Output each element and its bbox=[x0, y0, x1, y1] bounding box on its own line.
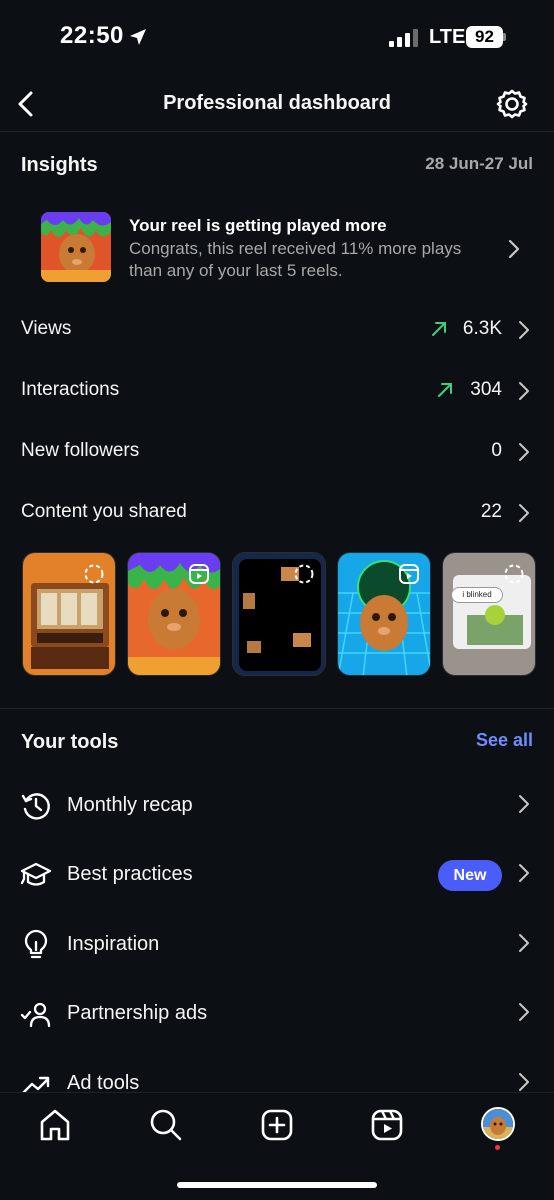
reels-icon[interactable] bbox=[369, 1107, 405, 1143]
reels-icon bbox=[189, 564, 209, 584]
see-all-link[interactable]: See all bbox=[476, 730, 533, 751]
tool-monthly-recap[interactable]: Monthly recap bbox=[0, 774, 554, 840]
notification-dot bbox=[495, 1145, 500, 1150]
date-range[interactable]: 28 Jun-27 Jul bbox=[425, 154, 533, 174]
signal-icon bbox=[389, 29, 418, 47]
highlight-title: Your reel is getting played more bbox=[129, 216, 387, 235]
page-title: Professional dashboard bbox=[163, 92, 391, 114]
location-arrow-icon bbox=[130, 29, 146, 45]
metric-row-content-shared[interactable]: Content you shared 22 bbox=[0, 483, 554, 543]
graduation-cap-icon bbox=[20, 862, 52, 886]
content-card-reel[interactable] bbox=[127, 552, 221, 676]
story-ring-icon bbox=[84, 564, 104, 584]
tool-best-practices[interactable]: Best practices New bbox=[0, 843, 554, 909]
metric-label: Interactions bbox=[21, 379, 120, 400]
metric-row-new-followers[interactable]: New followers 0 bbox=[0, 422, 554, 482]
metric-value: 304 bbox=[470, 379, 502, 400]
content-card-story[interactable]: i blinked bbox=[442, 552, 536, 676]
metric-value: 0 bbox=[491, 440, 502, 461]
insights-title: Insights bbox=[21, 154, 98, 176]
search-icon[interactable] bbox=[148, 1107, 184, 1143]
reel-thumbnail bbox=[41, 212, 111, 282]
tools-title: Your tools bbox=[21, 731, 119, 753]
tool-inspiration[interactable]: Inspiration bbox=[0, 913, 554, 979]
battery-level: 92 bbox=[466, 26, 503, 48]
history-icon bbox=[21, 793, 50, 820]
lightbulb-icon bbox=[24, 929, 48, 959]
network-type: LTE bbox=[429, 26, 466, 48]
story-ring-icon bbox=[294, 564, 314, 584]
content-card-story[interactable] bbox=[22, 552, 116, 676]
chevron-right-icon bbox=[519, 795, 529, 813]
gear-icon[interactable] bbox=[496, 88, 528, 120]
chevron-right-icon bbox=[519, 934, 529, 952]
tool-label: Monthly recap bbox=[67, 794, 193, 816]
create-icon[interactable] bbox=[259, 1107, 295, 1143]
metric-label: Views bbox=[21, 318, 72, 339]
chevron-right-icon bbox=[508, 239, 520, 259]
highlight-description: Congrats, this reel received 11% more pl… bbox=[129, 239, 462, 280]
profile-avatar[interactable] bbox=[481, 1107, 515, 1141]
tool-label: Best practices bbox=[67, 863, 193, 885]
content-card-story[interactable] bbox=[232, 552, 326, 676]
trend-up-icon bbox=[438, 383, 452, 397]
top-nav: Professional dashboard bbox=[0, 78, 554, 132]
partnership-person-icon bbox=[20, 1002, 51, 1028]
metric-row-interactions[interactable]: Interactions 304 bbox=[0, 361, 554, 421]
chevron-right-icon bbox=[519, 504, 529, 522]
chevron-right-icon bbox=[519, 1073, 529, 1091]
chevron-right-icon bbox=[519, 864, 529, 882]
tool-label: Inspiration bbox=[67, 933, 160, 955]
metric-value: 22 bbox=[480, 501, 502, 522]
metric-label: New followers bbox=[21, 440, 140, 461]
metric-row-views[interactable]: Views 6.3K bbox=[0, 300, 554, 360]
section-divider bbox=[0, 708, 554, 709]
content-card-reel[interactable] bbox=[337, 552, 431, 676]
story-caption: i blinked bbox=[451, 587, 503, 603]
metric-label: Content you shared bbox=[21, 501, 187, 522]
chevron-right-icon bbox=[519, 443, 529, 461]
tool-partnership-ads[interactable]: Partnership ads bbox=[0, 982, 554, 1048]
story-ring-icon bbox=[504, 564, 524, 584]
content-carousel[interactable]: i blinked bbox=[0, 552, 554, 678]
chevron-right-icon bbox=[519, 1003, 529, 1021]
reel-highlight-card[interactable]: Your reel is getting played more Congrat… bbox=[20, 200, 534, 290]
reels-icon bbox=[399, 564, 419, 584]
tool-label: Partnership ads bbox=[67, 1002, 208, 1024]
new-badge: New bbox=[438, 860, 502, 891]
home-icon[interactable] bbox=[37, 1107, 73, 1143]
chevron-right-icon bbox=[519, 321, 529, 339]
battery-icon: 92 bbox=[466, 26, 506, 48]
home-indicator bbox=[177, 1182, 377, 1188]
chevron-right-icon bbox=[519, 382, 529, 400]
status-time: 22:50 bbox=[60, 22, 124, 49]
metric-value: 6.3K bbox=[462, 318, 502, 339]
status-bar: 22:50 LTE 92 bbox=[0, 0, 554, 76]
trend-up-icon bbox=[432, 322, 446, 336]
